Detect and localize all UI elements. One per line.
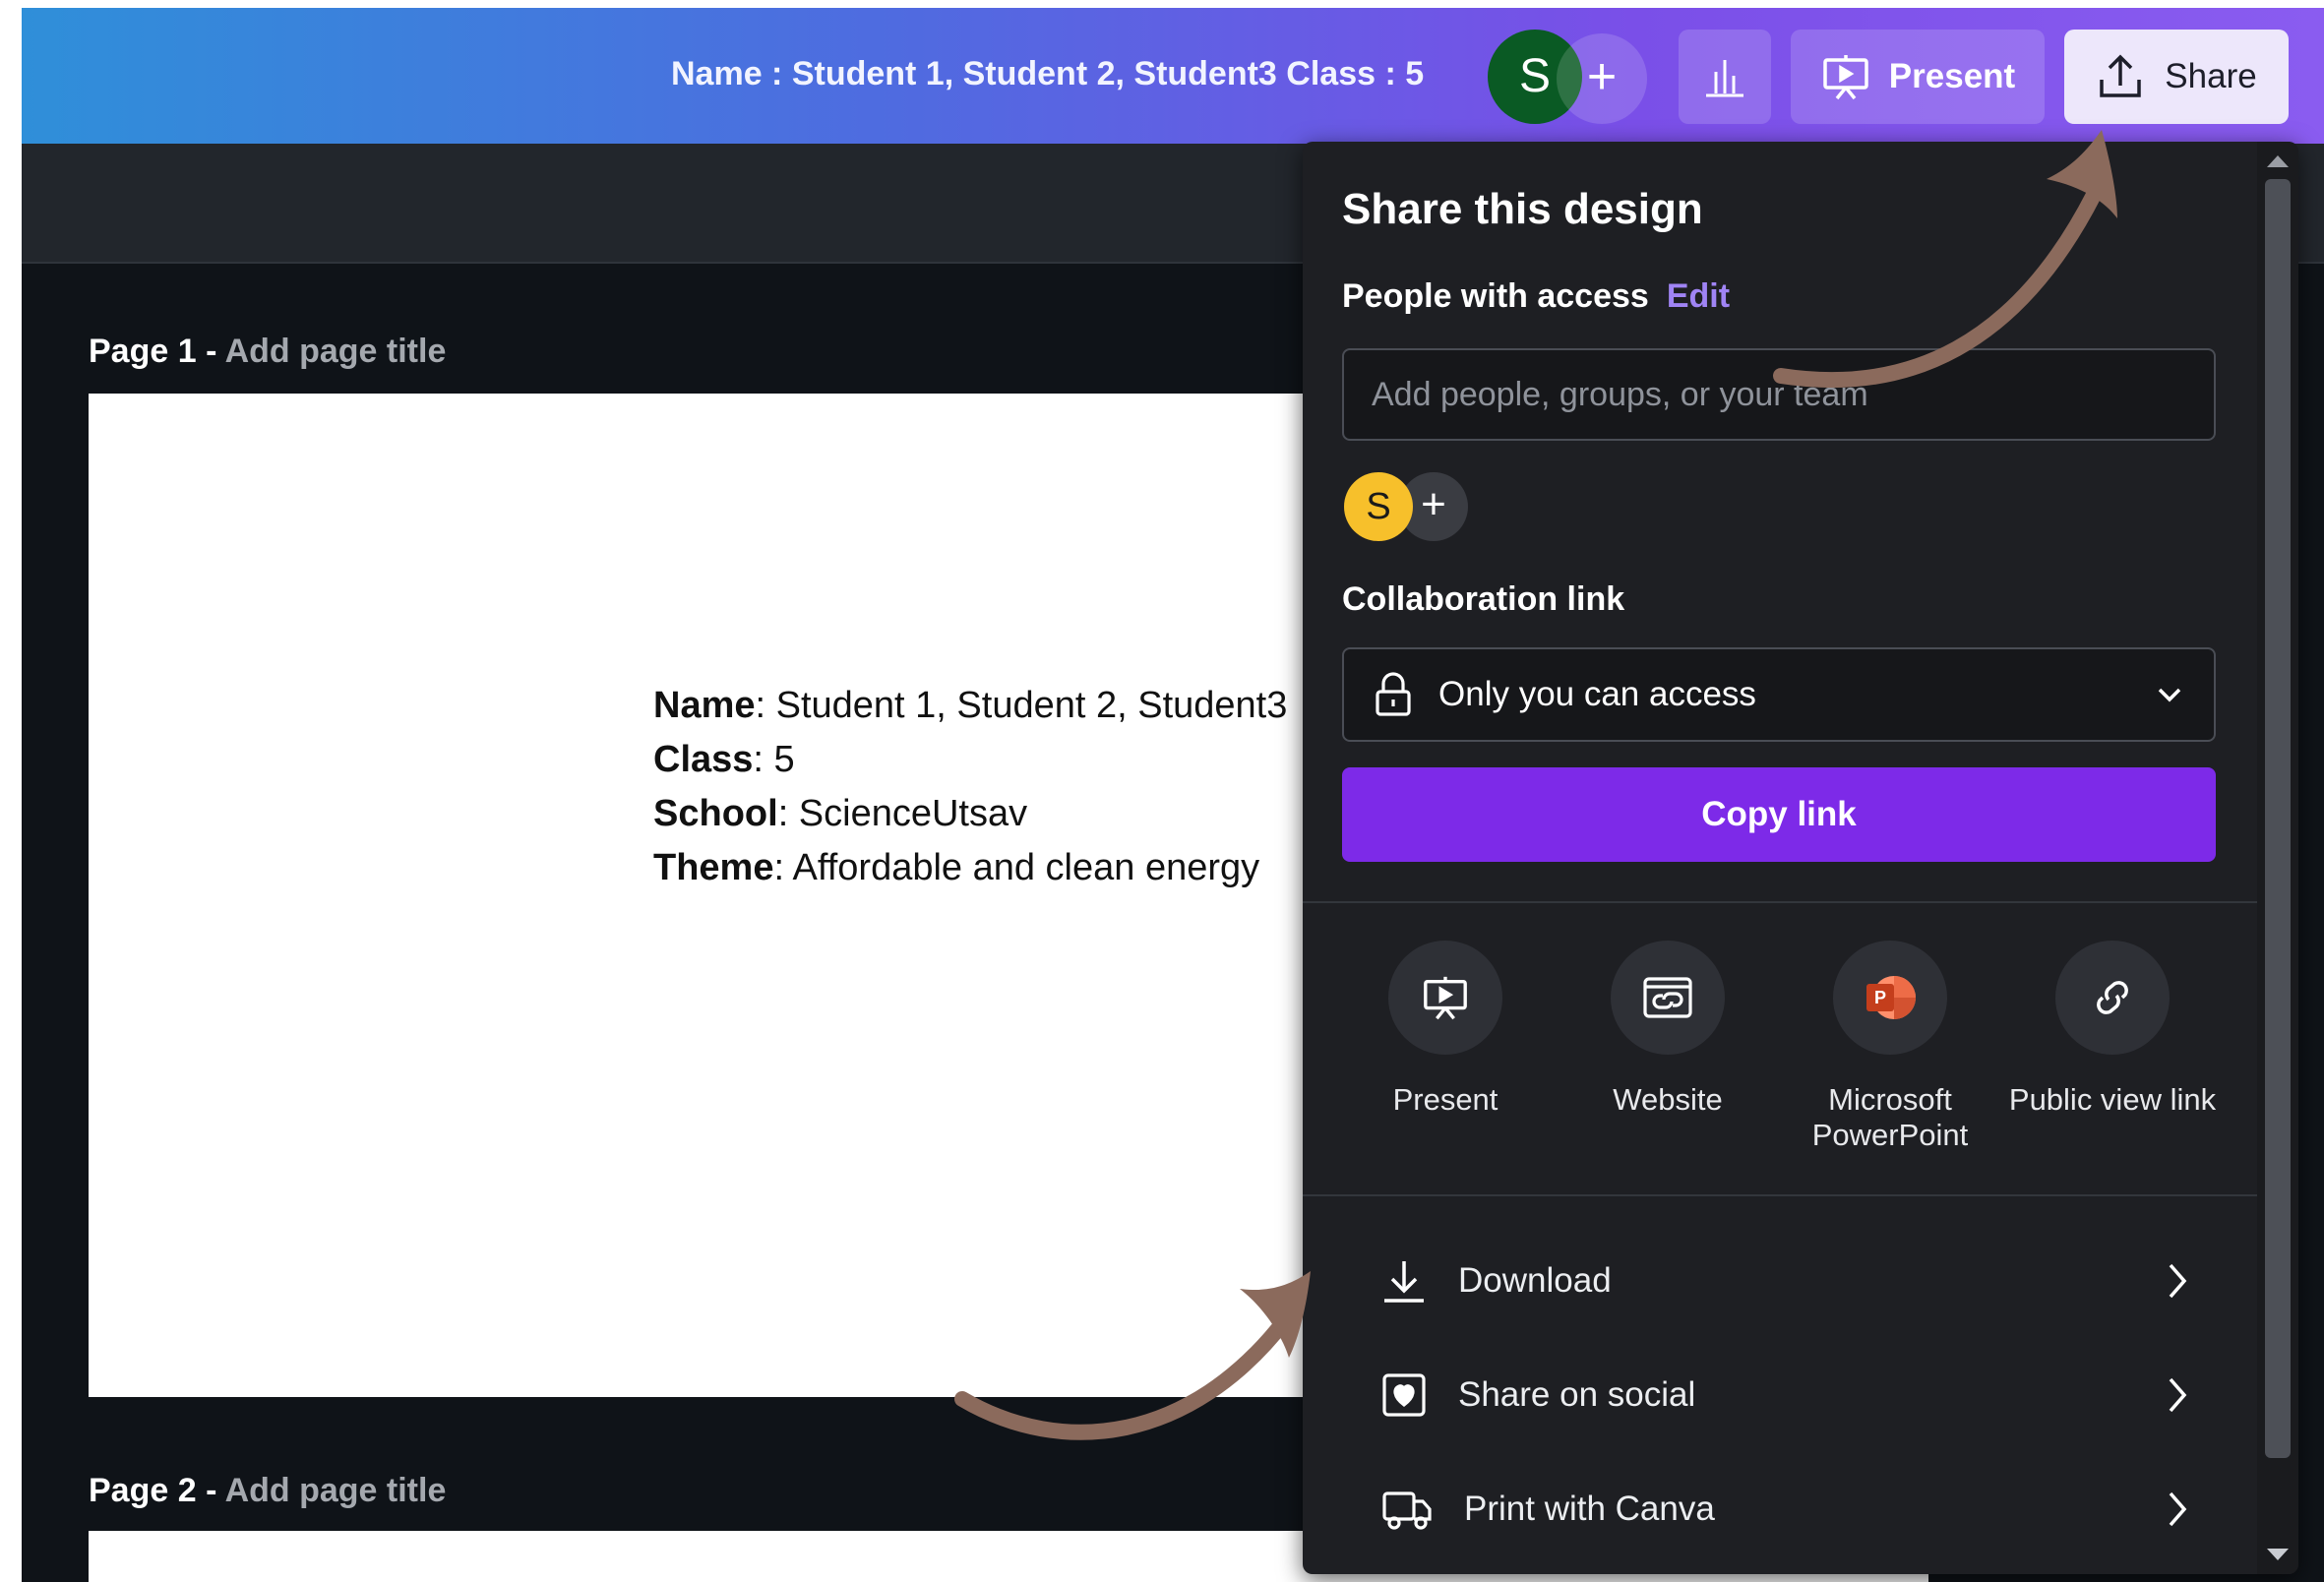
print-with-canva-row[interactable]: Print with Canva <box>1381 1470 2188 1549</box>
chevron-down-icon <box>2158 688 2181 702</box>
slide-value-theme: : Affordable and clean energy <box>773 847 1260 888</box>
slide-line-school: School: ScienceUtsav <box>653 787 1287 841</box>
page-2-title-input[interactable]: Add page title <box>225 1472 447 1509</box>
powerpoint-icon: P <box>1866 976 1916 1019</box>
share-on-social-label: Share on social <box>1458 1375 1696 1414</box>
slide-value-school: : ScienceUtsav <box>777 793 1028 834</box>
people-access-row: People with access Edit <box>1342 277 1730 316</box>
chevron-right-icon <box>2169 1377 2187 1413</box>
panel-scrollbar[interactable] <box>2257 142 2298 1574</box>
download-row[interactable]: Download <box>1381 1242 2188 1320</box>
app-window: Name : Student 1, Student 2, Student3 Cl… <box>22 8 2324 1582</box>
share-option-powerpoint[interactable]: P Microsoft PowerPoint <box>1779 941 2001 1153</box>
share-button[interactable]: Share <box>2064 30 2289 124</box>
download-label: Download <box>1458 1261 1612 1300</box>
share-panel-title: Share this design <box>1342 185 1703 233</box>
scroll-down-arrow[interactable] <box>2267 1549 2289 1560</box>
page-2-header: Page 2 - Add page title <box>89 1472 446 1510</box>
share-panel: Share this design People with access Edit… <box>1303 142 2298 1574</box>
edit-access-link[interactable]: Edit <box>1667 277 1730 315</box>
collaboration-access-dropdown[interactable]: Only you can access <box>1342 647 2216 742</box>
slide-key-class: Class <box>653 739 754 780</box>
share-option-public-link-circle <box>2055 941 2170 1055</box>
panel-divider <box>1303 1194 2257 1196</box>
present-label: Present <box>1888 57 2016 95</box>
people-access-label: People with access <box>1342 277 1649 315</box>
scroll-up-arrow[interactable] <box>2267 155 2289 167</box>
bar-chart-icon <box>1706 60 1743 97</box>
share-option-present[interactable]: Present <box>1334 941 1557 1118</box>
share-option-public-link[interactable]: Public view link <box>2001 941 2224 1118</box>
share-option-website-circle <box>1611 941 1725 1055</box>
social-heart-icon <box>1382 1373 1426 1417</box>
collaboration-access-value: Only you can access <box>1438 675 1756 713</box>
website-icon <box>1643 977 1692 1018</box>
chevron-right-icon <box>2169 1491 2187 1527</box>
share-option-public-link-label: Public view link <box>2008 1082 2217 1117</box>
slide-text-block[interactable]: Name: Student 1, Student 2, Student3 Cla… <box>653 679 1287 895</box>
slide-key-theme: Theme <box>653 847 774 888</box>
member-avatar[interactable]: S <box>1344 472 1413 541</box>
slide-line-theme: Theme: Affordable and clean energy <box>653 841 1287 895</box>
link-icon <box>2097 981 2128 1014</box>
slide-key-name: Name <box>653 685 756 726</box>
share-option-present-label: Present <box>1392 1082 1498 1117</box>
page-1-label: Page 1 - <box>89 333 217 370</box>
share-option-powerpoint-label: Microsoft PowerPoint <box>1811 1082 1969 1152</box>
truck-icon <box>1382 1491 1432 1530</box>
copy-link-button[interactable]: Copy link <box>1342 767 2216 862</box>
slide-line-name: Name: Student 1, Student 2, Student3 <box>653 679 1287 733</box>
slide-line-class: Class: 5 <box>653 733 1287 787</box>
add-people-input[interactable] <box>1342 348 2216 441</box>
share-option-powerpoint-circle: P <box>1833 941 1947 1055</box>
panel-divider <box>1303 901 2257 903</box>
page-2-label: Page 2 - <box>89 1472 217 1509</box>
present-icon <box>1424 976 1467 1020</box>
print-with-canva-label: Print with Canva <box>1464 1490 1715 1528</box>
present-icon <box>1823 55 1868 100</box>
add-collaborator-button[interactable]: + <box>1557 33 1647 124</box>
page-1-header: Page 1 - Add page title <box>89 333 446 371</box>
svg-text:P: P <box>1874 988 1886 1007</box>
download-icon <box>1384 1261 1424 1303</box>
document-title[interactable]: Name : Student 1, Student 2, Student3 Cl… <box>671 55 1424 93</box>
collaboration-link-label: Collaboration link <box>1342 580 1625 618</box>
share-option-present-circle <box>1388 941 1502 1055</box>
chevron-right-icon <box>2169 1263 2187 1299</box>
page-1-title-input[interactable]: Add page title <box>225 333 447 370</box>
scroll-thumb[interactable] <box>2265 179 2291 1458</box>
insights-button[interactable] <box>1679 30 1771 124</box>
top-bar: Name : Student 1, Student 2, Student3 Cl… <box>22 8 2324 144</box>
slide-value-class: : 5 <box>753 739 795 780</box>
share-option-website[interactable]: Website <box>1557 941 1779 1118</box>
upload-icon <box>2100 54 2142 97</box>
share-on-social-row[interactable]: Share on social <box>1381 1356 2188 1434</box>
present-button[interactable]: Present <box>1791 30 2045 124</box>
slide-key-school: School <box>653 793 778 834</box>
slide-value-name: : Student 1, Student 2, Student3 <box>755 685 1288 726</box>
share-label: Share <box>2165 57 2257 95</box>
lock-icon <box>1376 672 1411 716</box>
share-option-website-label: Website <box>1613 1082 1723 1117</box>
